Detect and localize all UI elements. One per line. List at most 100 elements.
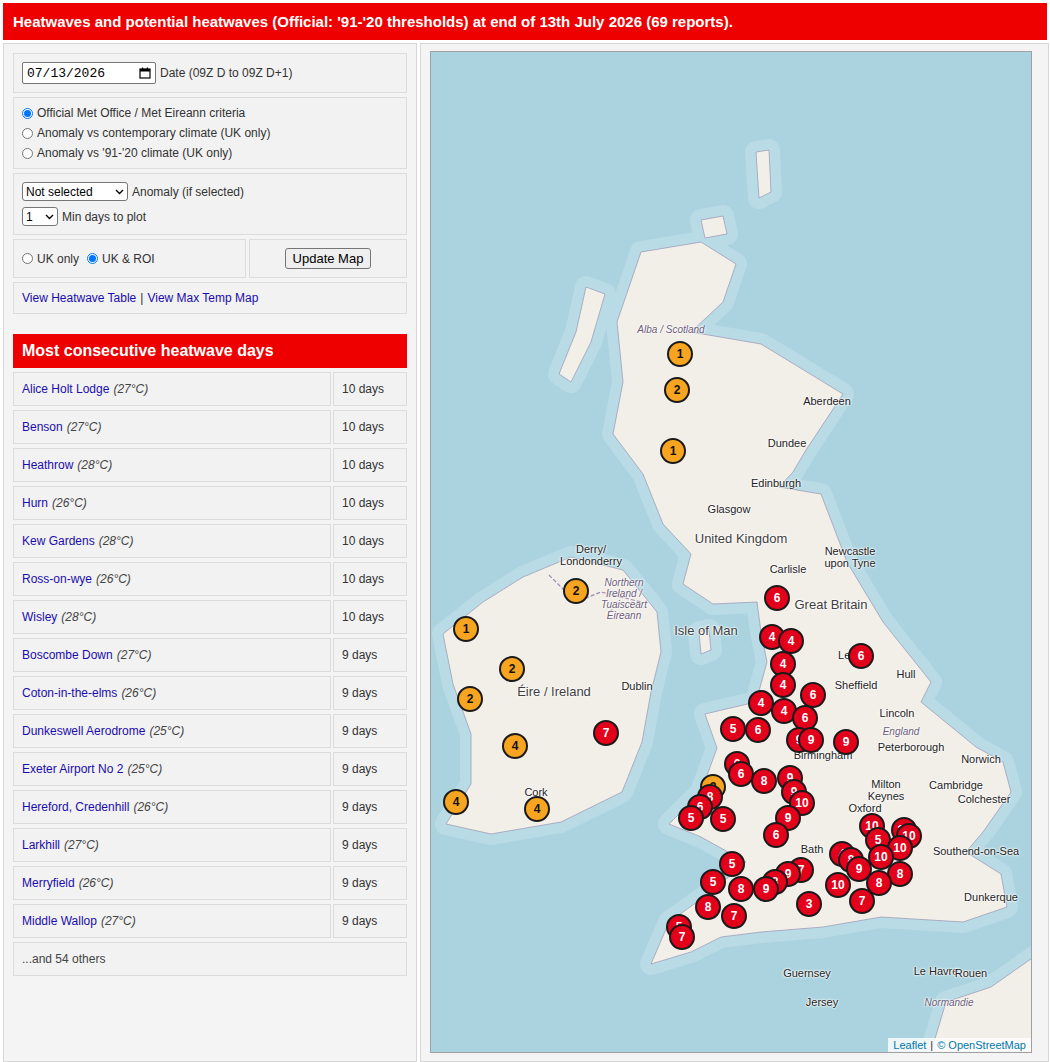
days-cell: 10 days [333, 524, 407, 558]
map-pin[interactable]: 2 [457, 686, 483, 712]
map-label: Guernsey [783, 967, 831, 979]
map-label: Glasgow [708, 503, 751, 515]
radio-label: UK only [37, 252, 79, 266]
map-pin[interactable]: 2 [563, 578, 589, 604]
station-link[interactable]: Heathrow [22, 458, 73, 472]
heatwave-table-link[interactable]: View Heatwave Table [22, 291, 136, 305]
threshold: (26°C) [133, 800, 168, 814]
land-area [699, 630, 711, 654]
table-title: Most consecutive heatwave days [13, 334, 407, 368]
map-pin[interactable]: 8 [728, 876, 754, 902]
map-pin[interactable]: 7 [669, 924, 695, 950]
date-value: 07/13/2026 [27, 66, 105, 81]
radio-button[interactable] [22, 253, 33, 264]
station-cell: Boscombe Down(27°C) [13, 638, 331, 672]
map-pin[interactable]: 7 [849, 888, 875, 914]
map-pin[interactable]: 8 [751, 768, 777, 794]
calendar-icon[interactable] [139, 67, 151, 79]
station-cell: Benson(27°C) [13, 410, 331, 444]
station-link[interactable]: Hereford, Credenhill [22, 800, 129, 814]
links-box: View Heatwave Table|View Max Temp Map [13, 282, 407, 314]
map-pin[interactable]: 5 [678, 805, 704, 831]
map-pin[interactable]: 2 [664, 377, 690, 403]
station-link[interactable]: Alice Holt Lodge [22, 382, 109, 396]
map-pin[interactable]: 9 [833, 729, 859, 755]
radio-button[interactable] [87, 253, 98, 264]
table-row: Ross-on-wye(26°C)10 days [13, 562, 407, 596]
map-pin[interactable]: 10 [825, 872, 851, 898]
map-label: England [883, 726, 920, 737]
criteria-radio[interactable]: Anomaly vs '91-'20 climate (UK only) [22, 146, 398, 160]
region-radio[interactable]: UK only [22, 252, 79, 266]
map-pin[interactable]: 4 [502, 733, 528, 759]
threshold: (28°C) [77, 458, 112, 472]
map-pin[interactable]: 4 [524, 796, 550, 822]
map-label: Newcastle upon Tyne [814, 545, 886, 569]
station-cell: Merryfield(26°C) [13, 866, 331, 900]
map-pin[interactable]: 5 [700, 869, 726, 895]
map-pin[interactable]: 6 [848, 643, 874, 669]
station-link[interactable]: Exeter Airport No 2 [22, 762, 123, 776]
map-pin[interactable]: 9 [753, 876, 779, 902]
threshold: (25°C) [127, 762, 162, 776]
map-pin[interactable]: 8 [695, 894, 721, 920]
station-link[interactable]: Ross-on-wye [22, 572, 92, 586]
map-pin[interactable]: 5 [720, 716, 746, 742]
station-link[interactable]: Dunkeswell Aerodrome [22, 724, 145, 738]
map-label: Derry/ Londonderry [553, 543, 629, 567]
map-pin[interactable]: 6 [763, 822, 789, 848]
map-pin[interactable]: 1 [667, 341, 693, 367]
map-pin[interactable]: 3 [796, 891, 822, 917]
map-pin[interactable]: 6 [728, 761, 754, 787]
map-pin[interactable]: 1 [453, 616, 479, 642]
table-row: Coton-in-the-elms(26°C)9 days [13, 676, 407, 710]
min-days-select[interactable]: 1 [22, 207, 58, 226]
anomaly-select[interactable]: Not selected [22, 182, 128, 201]
map-label: Oxford [848, 802, 881, 814]
station-link[interactable]: Benson [22, 420, 63, 434]
station-link[interactable]: Wisley [22, 610, 57, 624]
criteria-radio[interactable]: Official Met Office / Met Eireann criter… [22, 106, 398, 120]
map-pin[interactable]: 1 [660, 438, 686, 464]
station-cell: Ross-on-wye(26°C) [13, 562, 331, 596]
map-pin[interactable]: 9 [798, 727, 824, 753]
max-temp-link[interactable]: View Max Temp Map [147, 291, 258, 305]
station-link[interactable]: Boscombe Down [22, 648, 113, 662]
table-row: Dunkeswell Aerodrome(25°C)9 days [13, 714, 407, 748]
map-label: Isle of Man [674, 624, 738, 638]
station-cell: Alice Holt Lodge(27°C) [13, 372, 331, 406]
map-label: Jersey [806, 996, 838, 1008]
station-link[interactable]: Coton-in-the-elms [22, 686, 117, 700]
land-area [701, 216, 727, 238]
region-radio[interactable]: UK & ROI [87, 252, 155, 266]
radio-button[interactable] [22, 148, 33, 159]
table-row: Exeter Airport No 2(25°C)9 days [13, 752, 407, 786]
station-link[interactable]: Larkhill [22, 838, 60, 852]
date-input[interactable]: 07/13/2026 [22, 62, 156, 84]
osm-link[interactable]: © OpenStreetMap [937, 1039, 1026, 1051]
station-link[interactable]: Middle Wallop [22, 914, 97, 928]
radio-button[interactable] [22, 128, 33, 139]
station-link[interactable]: Merryfield [22, 876, 75, 890]
map-pin[interactable]: 7 [593, 720, 619, 746]
map-pin[interactable]: 5 [710, 806, 736, 832]
map-pin[interactable]: 4 [770, 672, 796, 698]
map-pin[interactable]: 7 [721, 903, 747, 929]
chevron-down-icon [45, 214, 54, 220]
criteria-radio[interactable]: Anomaly vs contemporary climate (UK only… [22, 126, 398, 140]
map-pin[interactable]: 2 [499, 656, 525, 682]
update-map-button[interactable]: Update Map [285, 248, 372, 269]
map[interactable]: Alba / ScotlandAberdeenDundeeEdinburghGl… [430, 51, 1032, 1053]
station-link[interactable]: Kew Gardens [22, 534, 95, 548]
select-label: Anomaly (if selected) [132, 185, 244, 199]
station-link[interactable]: Hurn [22, 496, 48, 510]
region-row: UK only UK & ROI Update Map [13, 239, 407, 278]
leaflet-link[interactable]: Leaflet [893, 1039, 926, 1051]
select-label: Min days to plot [62, 210, 146, 224]
page: Heatwaves and potential heatwaves (Offic… [0, 0, 1050, 1062]
map-pin[interactable]: 6 [764, 585, 790, 611]
map-pin[interactable]: 6 [745, 717, 771, 743]
map-label: Normandie [925, 997, 974, 1008]
radio-button[interactable] [22, 108, 33, 119]
map-pin[interactable]: 4 [443, 789, 469, 815]
